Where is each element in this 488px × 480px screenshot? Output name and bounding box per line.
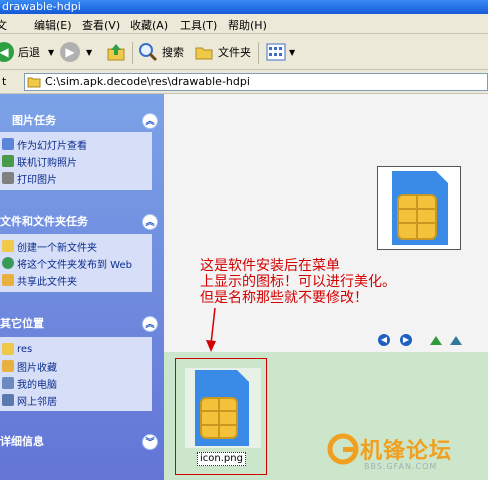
views-dropdown-icon: ▼ — [289, 47, 296, 57]
task-publish-web[interactable]: 将这个文件夹发布到 Web — [2, 255, 132, 271]
gfan-logo-icon — [327, 433, 359, 465]
watermark-url: BBS.GFAN.COM — [364, 462, 438, 471]
up-folder-icon — [107, 44, 125, 61]
task-label: 联机订购照片 — [17, 157, 77, 169]
menu-favorites[interactable]: 收藏(A) — [130, 17, 168, 33]
folders-label: 文件夹 — [218, 46, 251, 59]
rotate-counterclockwise-icon — [450, 336, 462, 345]
new-folder-icon — [2, 240, 14, 252]
title-bar: drawable-hdpi — [0, 0, 488, 14]
window-title: drawable-hdpi — [2, 0, 81, 13]
annotation-text: 这是软件安装后在菜单 上显示的图标！可以进行美化。 但是名称那些就不要修改！ — [200, 258, 396, 306]
sim-card-image — [392, 171, 448, 245]
place-label: 网上邻居 — [17, 396, 57, 408]
picture-tasks-header[interactable]: 图片任务 ︽ — [0, 110, 158, 132]
expand-chevron-icon[interactable]: ︾ — [142, 434, 158, 450]
task-pane: 图片任务 ︽ 作为幻灯片查看 联机订购照片 打印图片 文件和文件夹任务 ︽ 创建… — [0, 94, 164, 480]
task-label: 将这个文件夹发布到 Web — [17, 259, 132, 271]
menu-file[interactable]: 文 — [0, 17, 7, 33]
details-title: 详细信息 — [0, 435, 44, 448]
next-image-button[interactable]: ▶ — [400, 334, 412, 346]
order-prints-icon — [2, 155, 14, 167]
back-dropdown-icon[interactable]: ▼ — [48, 48, 54, 57]
views-button[interactable]: ▼ — [266, 42, 295, 62]
task-label: 作为幻灯片查看 — [17, 140, 87, 152]
address-bar: t C:\sim.apk.decode\res\drawable-hdpi — [0, 70, 488, 94]
menu-edit[interactable]: 编辑(E) — [34, 17, 72, 33]
folder-icon — [27, 77, 41, 88]
details-header[interactable]: 详细信息 ︾ — [0, 431, 158, 453]
menu-help[interactable]: 帮助(H) — [228, 17, 267, 33]
menu-tools[interactable]: 工具(T) — [180, 17, 217, 33]
rotate-clockwise-icon — [430, 336, 442, 345]
image-preview — [377, 166, 461, 250]
search-button[interactable]: 搜索 — [138, 42, 184, 62]
annotation-line-3: 但是名称那些就不要修改！ — [200, 290, 368, 306]
back-arrow-icon: ◀ — [0, 42, 14, 62]
other-places-panel: res 图片收藏 我的电脑 网上邻居 — [0, 337, 152, 411]
task-label: 共享此文件夹 — [17, 276, 77, 288]
task-slideshow[interactable]: 作为幻灯片查看 — [2, 136, 87, 152]
collapse-chevron-icon[interactable]: ︽ — [142, 316, 158, 332]
place-res[interactable]: res — [2, 341, 32, 357]
globe-icon — [2, 257, 14, 269]
forward-button[interactable]: ▶ ▼ — [60, 42, 92, 62]
place-my-pictures[interactable]: 图片收藏 — [2, 358, 57, 374]
place-network[interactable]: 网上邻居 — [2, 392, 57, 408]
forward-arrow-icon: ▶ — [60, 42, 80, 62]
picture-tasks-title: 图片任务 — [12, 114, 56, 127]
search-icon — [139, 43, 158, 62]
menu-view[interactable]: 查看(V) — [82, 17, 120, 33]
file-tasks-header[interactable]: 文件和文件夹任务 ︽ — [0, 211, 158, 233]
other-places-header[interactable]: 其它位置 ︽ — [0, 313, 158, 335]
task-label: 打印图片 — [17, 174, 57, 186]
previous-image-button[interactable]: ◀ — [378, 334, 390, 346]
toolbar-separator — [132, 42, 133, 64]
collapse-chevron-icon[interactable]: ︽ — [142, 113, 158, 129]
forward-dropdown-icon[interactable]: ▼ — [86, 48, 92, 57]
rotate-counterclockwise-button[interactable] — [449, 334, 463, 346]
collapse-chevron-icon[interactable]: ︽ — [142, 214, 158, 230]
search-label: 搜索 — [162, 46, 184, 59]
task-print[interactable]: 打印图片 — [2, 170, 57, 186]
menu-bar: 文 编辑(E) 查看(V) 收藏(A) 工具(T) 帮助(H) — [0, 14, 488, 34]
pictures-folder-icon — [2, 360, 14, 372]
file-tasks-panel: 创建一个新文件夹 将这个文件夹发布到 Web 共享此文件夹 — [0, 234, 152, 292]
views-icon — [266, 43, 286, 61]
share-folder-icon — [2, 274, 14, 286]
address-label: t — [2, 75, 7, 88]
printer-icon — [2, 172, 14, 184]
watermark-logo-text: 机锋论坛 — [360, 439, 453, 464]
toolbar: ◀ 后退 ▼ ▶ ▼ 搜索 文件夹 ▼ — [0, 34, 488, 70]
other-places-title: 其它位置 — [0, 317, 44, 330]
annotation-line-1: 这是软件安装后在菜单 — [200, 258, 340, 274]
folders-icon — [195, 47, 213, 60]
address-field[interactable]: C:\sim.apk.decode\res\drawable-hdpi — [24, 73, 488, 91]
back-label: 后退 — [18, 46, 40, 59]
network-icon — [2, 394, 14, 406]
task-order-prints[interactable]: 联机订购照片 — [2, 153, 77, 169]
folder-icon — [2, 343, 14, 355]
folders-button[interactable]: 文件夹 — [194, 42, 251, 62]
picture-tasks-panel: 作为幻灯片查看 联机订购照片 打印图片 — [0, 132, 152, 190]
watermark: 机锋论坛 BBS.GFAN.COM — [326, 432, 453, 471]
annotation-highlight-box — [175, 358, 267, 475]
place-label: res — [17, 343, 33, 355]
file-tasks-title: 文件和文件夹任务 — [0, 215, 88, 228]
task-label: 创建一个新文件夹 — [17, 242, 97, 254]
place-label: 图片收藏 — [17, 362, 57, 374]
task-share-folder[interactable]: 共享此文件夹 — [2, 272, 77, 288]
place-label: 我的电脑 — [17, 379, 57, 391]
computer-icon — [2, 377, 14, 389]
task-new-folder[interactable]: 创建一个新文件夹 — [2, 238, 97, 254]
toolbar-separator — [258, 42, 259, 64]
annotation-line-2: 上显示的图标！可以进行美化。 — [200, 274, 396, 290]
rotate-clockwise-button[interactable] — [429, 334, 443, 346]
slideshow-icon — [2, 138, 14, 150]
address-path: C:\sim.apk.decode\res\drawable-hdpi — [45, 75, 250, 88]
up-folder-button[interactable] — [106, 42, 126, 62]
annotation-arrow-icon — [206, 307, 216, 352]
back-button[interactable]: ◀ 后退 ▼ — [0, 42, 54, 62]
place-my-computer[interactable]: 我的电脑 — [2, 375, 57, 391]
